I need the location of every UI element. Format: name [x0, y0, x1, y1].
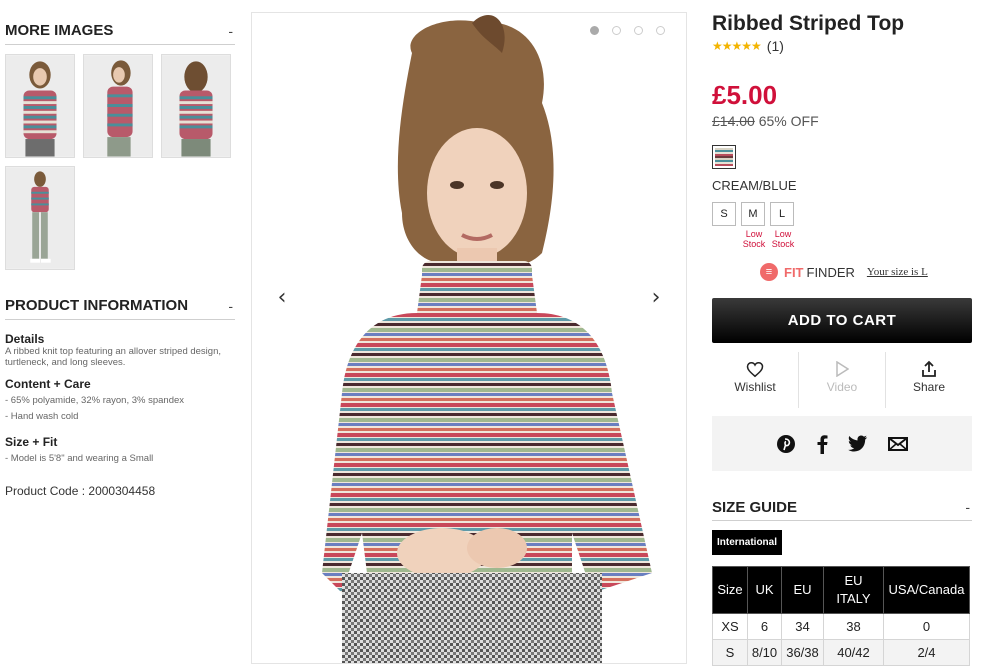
- carousel-dots: [590, 26, 665, 35]
- table-cell: 6: [747, 613, 782, 640]
- size-selector: S M L: [712, 202, 794, 226]
- product-info-title: PRODUCT INFORMATION: [5, 297, 189, 314]
- video-label: Video: [826, 380, 858, 394]
- more-images-title: MORE IMAGES: [5, 22, 114, 39]
- table-cell: 38: [823, 613, 884, 640]
- chevron-right-icon[interactable]: ›: [642, 285, 670, 313]
- details-label: Details: [5, 332, 45, 346]
- tab-international[interactable]: International: [712, 530, 783, 555]
- thumbnail-image: [84, 55, 152, 157]
- product-actions: Wishlist Video Share: [712, 352, 972, 408]
- size-guide-title: SIZE GUIDE: [712, 498, 798, 516]
- size-guide-header[interactable]: SIZE GUIDE -: [712, 494, 972, 521]
- size-guide-col-header: EU: [781, 566, 824, 614]
- pinterest-icon[interactable]: [776, 434, 796, 454]
- content-label: Content + Care: [5, 377, 91, 391]
- details-text: A ribbed knit top featuring an allover s…: [5, 346, 221, 368]
- facebook-icon[interactable]: [816, 434, 828, 454]
- size-option-l[interactable]: L: [770, 202, 794, 226]
- twitter-icon[interactable]: [848, 435, 868, 452]
- size-guide-col-header: UK: [747, 566, 782, 614]
- size-option-m[interactable]: M: [741, 202, 765, 226]
- chevron-left-icon[interactable]: ‹: [268, 285, 296, 313]
- swatch-pattern: [715, 148, 733, 166]
- product-code: Product Code : 2000304458: [5, 484, 240, 498]
- carousel-dot-3[interactable]: [634, 26, 643, 35]
- product-info-body: Details A ribbed knit top featuring an a…: [5, 332, 240, 498]
- product-info-toggle[interactable]: -: [228, 298, 235, 314]
- size-guide-col-header: EU ITALY: [823, 566, 884, 614]
- size-guide-header-row: Size UK EU EU ITALY USA/Canada: [712, 566, 970, 614]
- carousel-dot-1[interactable]: [590, 26, 599, 35]
- email-icon[interactable]: [888, 436, 908, 451]
- play-icon: [835, 358, 849, 380]
- share-label: Share: [912, 380, 946, 394]
- discount: 65% OFF: [758, 113, 819, 129]
- size-guide-col-header: USA/Canada: [883, 566, 970, 614]
- thumbnail-image: [162, 55, 230, 157]
- fit-line: - Model is 5'8" and wearing a Small: [5, 453, 154, 464]
- thumbnail-4[interactable]: [5, 166, 75, 270]
- thumbnail-1[interactable]: [5, 54, 75, 158]
- content-line: - Hand wash cold: [5, 411, 79, 422]
- table-row: S 8/10 36/38 40/42 2/4: [712, 639, 970, 666]
- product-info-header[interactable]: PRODUCT INFORMATION -: [5, 292, 235, 320]
- color-swatch[interactable]: [712, 145, 736, 169]
- main-image-gallery[interactable]: ‹ ›: [251, 12, 687, 664]
- fit-finder-size-link[interactable]: Your size is L: [867, 266, 928, 278]
- low-stock-label: Low Stock: [771, 229, 795, 249]
- sale-price: £5.00: [712, 80, 778, 110]
- thumbnail-2[interactable]: [83, 54, 153, 158]
- more-images-toggle[interactable]: -: [228, 23, 235, 39]
- low-stock-label: Low Stock: [742, 229, 766, 249]
- thumbnail-3[interactable]: [161, 54, 231, 158]
- content-line: - 65% polyamide, 32% rayon, 3% spandex: [5, 395, 185, 406]
- table-cell: S: [712, 639, 748, 666]
- share-button[interactable]: Share: [885, 352, 972, 408]
- rating[interactable]: ★★★★★ (1): [712, 38, 784, 54]
- size-guide-toggle[interactable]: -: [965, 499, 972, 515]
- product-page: MORE IMAGES - PRODUCT INFORMATION - Deta…: [0, 0, 983, 669]
- table-cell: XS: [712, 613, 748, 640]
- fit-finder-finder: FINDER: [806, 264, 855, 280]
- carousel-dot-2[interactable]: [612, 26, 621, 35]
- wishlist-label: Wishlist: [734, 380, 776, 394]
- social-share-bar: [712, 416, 972, 471]
- original-price: £14.00: [712, 113, 755, 129]
- carousel-dot-4[interactable]: [656, 26, 665, 35]
- table-row: XS 6 34 38 0: [712, 613, 970, 640]
- color-name: CREAM/BLUE: [712, 178, 797, 193]
- table-cell: 8/10: [747, 639, 782, 666]
- size-guide-table: Size UK EU EU ITALY USA/Canada XS 6 34 3…: [712, 566, 970, 666]
- size-option-s[interactable]: S: [712, 202, 736, 226]
- product-code-label: Product Code :: [5, 484, 89, 498]
- size-guide-col-header: Size: [712, 566, 748, 614]
- product-code-value: 2000304458: [88, 484, 156, 498]
- thumbnail-image: [6, 55, 74, 157]
- product-title: Ribbed Striped Top: [712, 12, 905, 35]
- product-photo: [252, 13, 686, 663]
- table-cell: 40/42: [823, 639, 884, 666]
- heart-icon: [746, 358, 764, 380]
- table-cell: 36/38: [781, 639, 824, 666]
- fit-label: Size + Fit: [5, 435, 58, 449]
- add-to-cart-button[interactable]: ADD TO CART: [712, 298, 972, 343]
- fit-finder-icon: ≡: [760, 263, 778, 281]
- table-cell: 0: [883, 613, 970, 640]
- rating-count[interactable]: (1): [767, 38, 784, 54]
- fit-finder-fit: FIT: [784, 264, 804, 280]
- video-button[interactable]: Video: [798, 352, 885, 408]
- table-cell: 34: [781, 613, 824, 640]
- share-icon: [920, 358, 938, 380]
- thumbnail-image: [6, 167, 74, 269]
- table-cell: 2/4: [883, 639, 970, 666]
- original-price-row: £14.00 65% OFF: [712, 113, 819, 129]
- star-rating-icon: ★★★★★: [712, 39, 762, 53]
- wishlist-button[interactable]: Wishlist: [712, 352, 798, 408]
- fit-finder[interactable]: ≡ FIT FINDER Your size is L: [760, 263, 928, 281]
- more-images-header[interactable]: MORE IMAGES -: [5, 17, 235, 45]
